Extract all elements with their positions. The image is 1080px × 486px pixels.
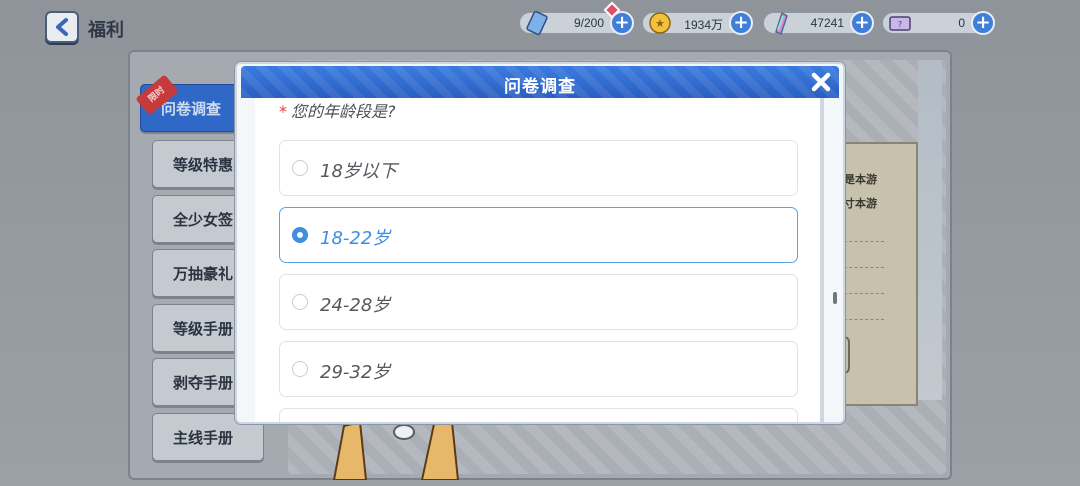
- option-label: 29-32岁: [320, 362, 391, 383]
- add-crystal-button[interactable]: +: [850, 11, 874, 35]
- back-button[interactable]: [45, 11, 79, 43]
- option-18-22[interactable]: 18-22岁: [279, 207, 798, 263]
- divider: [844, 268, 884, 294]
- option-label: 18岁以下: [320, 161, 397, 182]
- radio-button[interactable]: [292, 294, 308, 310]
- sidebar-item-label: 剥夺手册: [173, 374, 234, 392]
- gold-value: 1934万: [684, 18, 723, 32]
- option-under-18[interactable]: 18岁以下: [279, 140, 798, 196]
- option-next-partial[interactable]: [279, 408, 798, 422]
- add-ticket-button[interactable]: +: [971, 11, 995, 35]
- page-title: 福利: [88, 20, 124, 41]
- sidebar-item-label: 全少女签: [173, 211, 234, 229]
- chevron-left-icon: [56, 18, 68, 36]
- resource-stamina: 9/200 +: [519, 1, 634, 36]
- add-gold-button[interactable]: +: [729, 11, 753, 35]
- survey-form: * 您的年龄段是? 18岁以下 18-22岁 24-28岁 29-32岁: [255, 98, 823, 422]
- radio-button[interactable]: [292, 160, 308, 176]
- sidebar-item-label: 万抽豪礼: [173, 265, 234, 283]
- resource-gold: ★ 1934万 +: [642, 11, 753, 35]
- radio-button-selected[interactable]: [292, 227, 308, 243]
- option-29-32[interactable]: 29-32岁: [279, 341, 798, 397]
- crystal-value: 47241: [810, 16, 844, 30]
- divider: [844, 216, 884, 242]
- sidebar-item-label: 等级手册: [173, 320, 234, 338]
- stamina-icon: [526, 10, 548, 36]
- crystal-icon: [775, 11, 788, 35]
- background-scenery: [918, 60, 942, 400]
- required-mark: *: [279, 102, 287, 121]
- scrollbar-thumb[interactable]: [833, 292, 837, 304]
- divider: [844, 294, 884, 320]
- divider: [844, 242, 884, 268]
- sidebar-item-label: 主线手册: [173, 429, 234, 447]
- svg-text:?: ?: [898, 20, 902, 29]
- resource-ticket: ? 0 +: [882, 11, 995, 35]
- info-card-line: 寸本游: [844, 197, 877, 210]
- close-icon[interactable]: [807, 68, 835, 96]
- question-text: 您的年龄段是?: [291, 102, 396, 121]
- character-feet-illustration: [332, 420, 460, 480]
- resource-crystal: 47241 +: [763, 11, 874, 35]
- sidebar-item-label: 等级特惠: [173, 156, 234, 174]
- radio-button[interactable]: [292, 361, 308, 377]
- svg-text:★: ★: [655, 17, 665, 30]
- info-card-line: 是本游: [844, 173, 877, 186]
- question-title: * 您的年龄段是?: [279, 98, 396, 122]
- option-label: 18-22岁: [320, 228, 391, 249]
- survey-dialog: 问卷调查 * 您的年龄段是? 18岁以下 18-22岁 24-28岁 29-32岁: [235, 62, 845, 424]
- dialog-header: 问卷调查: [241, 66, 839, 98]
- ticket-value: 0: [958, 16, 965, 30]
- gold-coin-icon: ★: [649, 12, 671, 34]
- option-24-28[interactable]: 24-28岁: [279, 274, 798, 330]
- info-card: 是本游 寸本游: [836, 142, 918, 406]
- ticket-icon: ?: [889, 16, 911, 31]
- option-label: 24-28岁: [320, 295, 391, 316]
- scroll-track: [820, 98, 824, 422]
- stamina-value: 9/200: [573, 16, 604, 30]
- sidebar-item-label: 问卷调查: [161, 100, 222, 118]
- dialog-title: 问卷调查: [504, 77, 576, 97]
